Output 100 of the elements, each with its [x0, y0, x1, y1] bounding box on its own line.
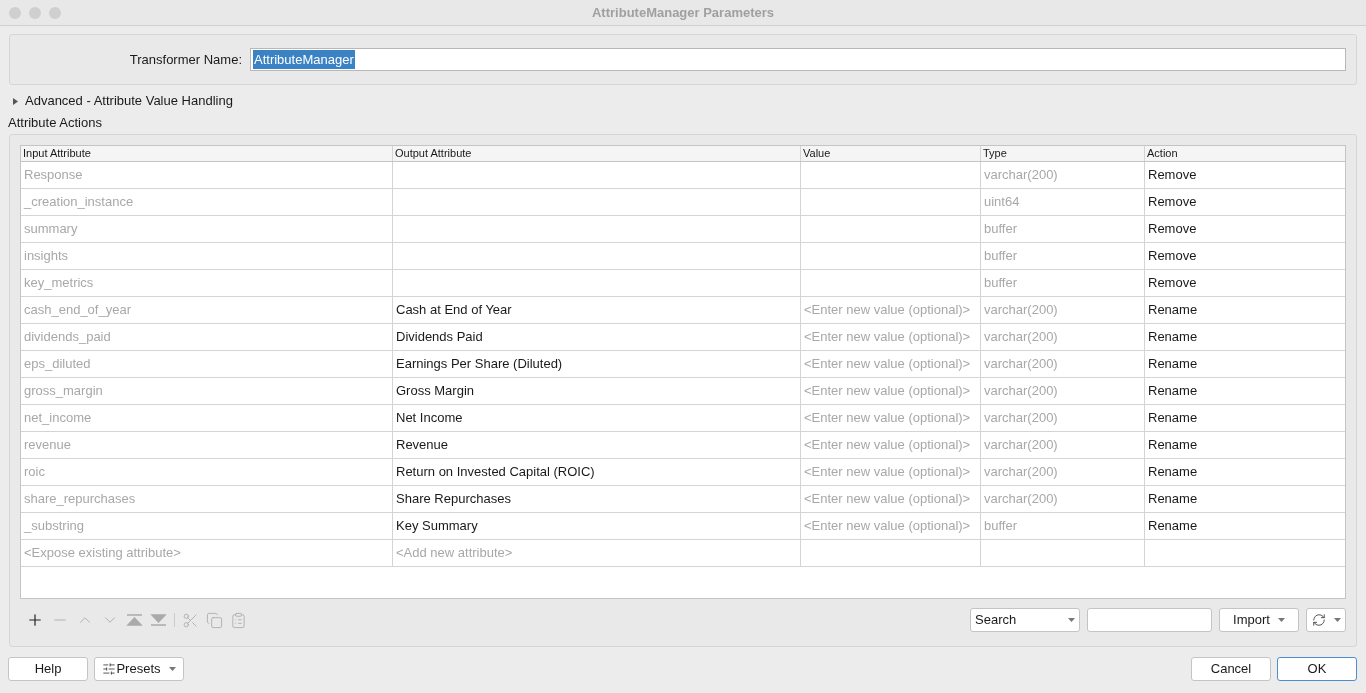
table-cell-text: Earnings Per Share (Diluted) — [396, 355, 563, 374]
column-header[interactable]: Value — [803, 145, 831, 162]
table-cell-text: Remove — [1148, 193, 1197, 212]
advanced-toggle[interactable]: Advanced - Attribute Value Handling — [9, 92, 1357, 110]
table-row[interactable]: gross_margin Gross Margin <Enter new value (optional)> varchar(200) Rename — [21, 378, 1345, 405]
table-cell-text: varchar(200) — [984, 328, 1058, 347]
ok-button[interactable]: OK — [1277, 657, 1357, 681]
table-cell-text: Remove — [1148, 220, 1197, 239]
table-row[interactable]: insights buffer Remove — [21, 243, 1345, 270]
table-row[interactable]: share_repurchases Share Repurchases <Enter new value (optional)> varchar(200) Rename — [21, 486, 1345, 513]
table-row[interactable]: net_income Net Income <Enter new value (optional)> varchar(200) Rename — [21, 405, 1345, 432]
table-cell-text: Remove — [1148, 247, 1197, 266]
table-cell-text: varchar(200) — [984, 382, 1058, 401]
table-cell-text: dividends_paid — [24, 328, 111, 347]
table-cell-text: <Enter new value (optional)> — [804, 301, 971, 320]
table-cell-text: Rename — [1148, 328, 1198, 347]
search-mode-dropdown[interactable]: Search — [970, 608, 1080, 632]
table-cell-text: Dividends Paid — [396, 328, 483, 347]
table-cell-text: Rename — [1148, 517, 1198, 536]
table-cell-text: varchar(200) — [984, 301, 1058, 320]
table-row[interactable]: roic Return on Invested Capital (ROIC) <Enter new value (optional)> varchar(200) Rename — [21, 459, 1345, 486]
table-cell-text: <Enter new value (optional)> — [804, 490, 971, 509]
table-cell-text: <Enter new value (optional)> — [804, 517, 971, 536]
search-field[interactable] — [1087, 608, 1212, 632]
table-cell-text: varchar(200) — [984, 463, 1058, 482]
move-to-bottom-icon[interactable] — [150, 614, 167, 626]
table-row[interactable]: eps_diluted Earnings Per Share (Diluted) <Enter new value (optional)> varchar(200) Rename — [21, 351, 1345, 378]
table-cell-text: cash_end_of_year — [24, 301, 131, 320]
refresh-menu-button[interactable] — [1306, 608, 1346, 632]
table-cell-text: Response — [24, 166, 83, 185]
window-control-icon[interactable] — [29, 6, 41, 19]
import-button[interactable]: Import — [1219, 608, 1299, 632]
table-row[interactable]: revenue Revenue <Enter new value (optional)> varchar(200) Rename — [21, 432, 1345, 459]
table-cell-text: _substring — [24, 517, 84, 536]
field-label: Transformer Name: — [128, 50, 243, 69]
column-header[interactable]: Output Attribute — [395, 145, 472, 162]
cut-icon[interactable] — [182, 611, 199, 629]
column-header[interactable]: Action — [1147, 145, 1178, 162]
table-cell-text: <Enter new value (optional)> — [804, 355, 971, 374]
table-cell-text: summary — [24, 220, 78, 239]
help-button[interactable]: Help — [8, 657, 88, 681]
table-cell-text: <Enter new value (optional)> — [804, 436, 971, 455]
window-title: AttributeManager Parameters — [591, 3, 775, 22]
table-cell-text: <Enter new value (optional)> — [804, 382, 971, 401]
table-row[interactable]: _substring Key Summary <Enter new value (optional)> buffer Rename — [21, 513, 1345, 540]
table-row[interactable]: summary buffer Remove — [21, 216, 1345, 243]
table-cell-text: share_repurchases — [24, 490, 136, 509]
cancel-button[interactable]: Cancel — [1191, 657, 1271, 681]
caret-icon — [1333, 618, 1341, 622]
table-row[interactable]: _creation_instance uint64 Remove — [21, 189, 1345, 216]
table-cell-text: Remove — [1148, 274, 1197, 293]
add-icon[interactable] — [26, 611, 44, 629]
table-cell-text: buffer — [984, 274, 1017, 293]
table-cell-text: buffer — [984, 247, 1017, 266]
table-cell-text: _creation_instance — [24, 193, 134, 212]
table-cell-text: buffer — [984, 517, 1017, 536]
table-cell-text: varchar(200) — [984, 409, 1058, 428]
table-row[interactable]: key_metrics buffer Remove — [21, 270, 1345, 297]
window-control-icon[interactable] — [49, 6, 61, 19]
table-cell-text: Rename — [1148, 301, 1198, 320]
caret-icon — [168, 667, 176, 671]
table-cell-text: Net Income — [396, 409, 463, 428]
table-cell-text: <Add new attribute> — [396, 544, 513, 563]
table-cell-text: <Enter new value (optional)> — [804, 463, 971, 482]
table-cell-text: Revenue — [396, 436, 449, 455]
table-cell-text: buffer — [984, 220, 1017, 239]
table-cell-text: varchar(200) — [984, 166, 1058, 185]
table-cell-text: Return on Invested Capital (ROIC) — [396, 463, 595, 482]
table-cell-text: Rename — [1148, 436, 1198, 455]
table-cell-text: net_income — [24, 409, 92, 428]
window-control-icon[interactable] — [9, 6, 21, 19]
table-cell-text: Remove — [1148, 166, 1197, 185]
table-cell-text: gross_margin — [24, 382, 103, 401]
table-cell-text: Gross Margin — [396, 382, 475, 401]
paste-icon[interactable] — [230, 611, 247, 629]
column-header[interactable]: Input Attribute — [23, 145, 91, 162]
table-cell-text: varchar(200) — [984, 490, 1058, 509]
move-to-top-icon[interactable] — [126, 614, 143, 626]
transformer-name-field[interactable]: AttributeManager — [250, 48, 1346, 71]
caret-icon — [1068, 618, 1075, 622]
presets-button[interactable]: Presets — [94, 657, 184, 681]
table-cell-text: insights — [24, 247, 69, 266]
table-cell-text: Rename — [1148, 355, 1198, 374]
table-cell-text: Rename — [1148, 382, 1198, 401]
table-cell-text: eps_diluted — [24, 355, 91, 374]
table-cell-text: Cash at End of Year — [396, 301, 512, 320]
table-cell-text: <Enter new value (optional)> — [804, 328, 971, 347]
section-title: Attribute Actions — [8, 114, 103, 132]
table-row[interactable]: Response varchar(200) Remove — [21, 162, 1345, 189]
column-header[interactable]: Type — [983, 145, 1007, 162]
copy-icon[interactable] — [206, 611, 223, 629]
table-cell-text: Rename — [1148, 409, 1198, 428]
table-row[interactable]: cash_end_of_year Cash at End of Year <Enter new value (optional)> varchar(200) Rename — [21, 297, 1345, 324]
table-cell-text: Share Repurchases — [396, 490, 511, 509]
table-cell-text: varchar(200) — [984, 355, 1058, 374]
sliders-icon — [102, 662, 117, 676]
table-row[interactable]: dividends_paid Dividends Paid <Enter new value (optional)> varchar(200) Rename — [21, 324, 1345, 351]
table-cell-text: Key Summary — [396, 517, 478, 536]
table-cell-text: uint64 — [984, 193, 1020, 212]
refresh-icon — [1311, 613, 1326, 627]
